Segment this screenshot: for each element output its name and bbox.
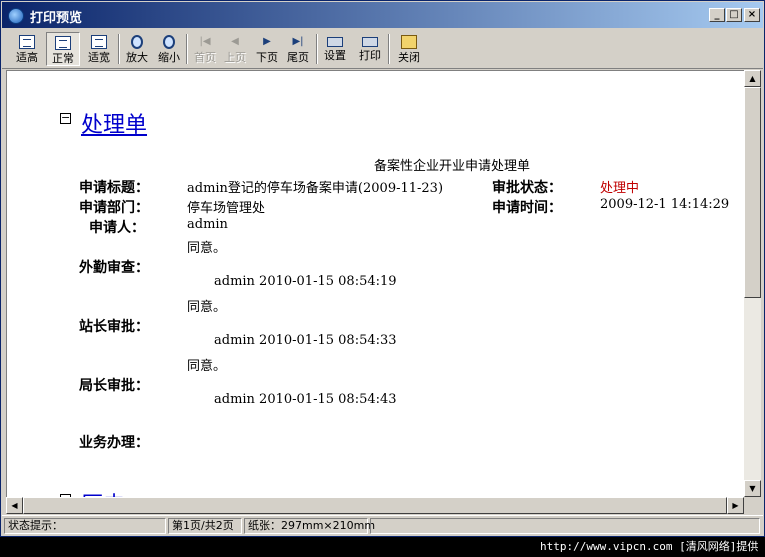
minimize-button[interactable]: _ <box>709 8 725 22</box>
zoom-out-label: 缩小 <box>158 51 180 64</box>
fit-height-button[interactable]: 适高 <box>10 32 44 66</box>
page-indicator: 第1页/共2页 <box>168 518 242 534</box>
fit-width-button[interactable]: 适宽 <box>82 32 116 66</box>
zoom-out-icon <box>163 35 175 49</box>
close-preview-label: 关闭 <box>398 51 420 64</box>
last-page-label: 尾页 <box>287 51 309 64</box>
review-comment: 同意。 <box>187 241 227 256</box>
close-preview-button[interactable]: 关闭 <box>392 32 426 66</box>
fit-width-label: 适宽 <box>88 51 110 64</box>
fit-height-label: 适高 <box>16 51 38 64</box>
next-page-icon: ▶ <box>263 36 271 47</box>
scroll-up-button[interactable]: ▲ <box>744 70 761 87</box>
preview-content-area[interactable]: − 处理单 备案性企业开业申请处理单 申请标题： admin登记的停车场备案申请… <box>6 70 744 497</box>
applicant-value: admin <box>187 217 228 232</box>
dept-value: 停车场管理处 <box>187 201 266 216</box>
status-bar: 状态提示： 第1页/共2页 纸张：297mm×210mm <box>2 515 763 535</box>
close-folder-icon <box>401 35 417 49</box>
first-page-label: 首页 <box>194 51 216 64</box>
review-label: 外勤审查： <box>79 260 149 276</box>
time-value: 2009-12-1 14:14:29 <box>600 197 730 212</box>
zoom-out-button[interactable]: 缩小 <box>152 32 186 66</box>
vertical-scrollbar[interactable]: ▲ ▼ <box>744 70 761 497</box>
toolbar: 适高 正常 适宽 放大 缩小 |◀ 首页 ◀ 上页 ▶ 下页 ▶| 尾页 设置 … <box>2 29 763 69</box>
prev-page-button[interactable]: ◀ 上页 <box>218 32 252 66</box>
print-preview-window: 打印预览 _ □ × 适高 正常 适宽 放大 缩小 |◀ 首页 ◀ 上页 ▶ 下… <box>0 0 765 537</box>
review-comment: 同意。 <box>187 359 227 374</box>
scroll-down-button[interactable]: ▼ <box>744 480 761 497</box>
dept-label: 申请部门： <box>79 200 149 216</box>
horizontal-scrollbar[interactable]: ◀ ▶ <box>6 497 744 514</box>
scroll-right-button[interactable]: ▶ <box>727 497 744 514</box>
watermark-text: http://www.vipcn.com [清风网络]提供 <box>540 540 759 553</box>
page-fit-width-icon <box>91 35 107 49</box>
zoom-in-button[interactable]: 放大 <box>120 32 154 66</box>
next-page-button[interactable]: ▶ 下页 <box>250 32 284 66</box>
first-page-button[interactable]: |◀ 首页 <box>188 32 222 66</box>
paper-size: 纸张：297mm×210mm <box>244 518 375 534</box>
prev-page-label: 上页 <box>224 51 246 64</box>
page-normal-icon <box>55 36 71 50</box>
status-value: 处理中 <box>600 181 640 196</box>
toolbar-separator <box>388 34 390 64</box>
review-comment: 同意。 <box>187 300 227 315</box>
scroll-left-button[interactable]: ◀ <box>6 497 23 514</box>
normal-size-button[interactable]: 正常 <box>46 32 80 66</box>
next-page-label: 下页 <box>256 51 278 64</box>
prev-page-icon: ◀ <box>231 36 239 47</box>
page-fit-height-icon <box>19 35 35 49</box>
review-label: 局长审批： <box>79 378 149 394</box>
title-bar: 打印预览 _ □ × <box>2 2 763 28</box>
vertical-scroll-thumb[interactable] <box>744 87 761 298</box>
last-page-icon: ▶| <box>292 36 304 47</box>
horizontal-scroll-thumb[interactable] <box>23 497 727 514</box>
maximize-button[interactable]: □ <box>726 8 742 22</box>
scrollbar-corner <box>744 497 761 514</box>
collapse-toggle-icon[interactable]: − <box>60 112 71 124</box>
status-label: 审批状态： <box>492 180 562 196</box>
printer-icon <box>362 37 378 47</box>
review-label: 站长审批： <box>79 319 149 335</box>
section-title[interactable]: 处理单 <box>81 107 147 139</box>
status-empty-panel <box>370 518 760 534</box>
status-hint: 状态提示： <box>4 518 166 534</box>
last-page-button[interactable]: ▶| 尾页 <box>281 32 315 66</box>
app-globe-icon <box>8 8 24 24</box>
zoom-in-icon <box>131 35 143 49</box>
review-signature: admin 2010-01-15 08:54:19 <box>214 274 397 289</box>
window-title: 打印预览 <box>30 11 83 26</box>
page-setup-icon <box>327 37 343 47</box>
first-page-icon: |◀ <box>199 36 211 47</box>
normal-size-label: 正常 <box>52 52 74 65</box>
close-window-button[interactable]: × <box>744 8 760 22</box>
time-label: 申请时间： <box>492 200 562 216</box>
next-section-title[interactable]: 历史 <box>81 487 125 497</box>
review-signature: admin 2010-01-15 08:54:33 <box>214 333 397 348</box>
review-signature: admin 2010-01-15 08:54:43 <box>214 392 397 407</box>
applicant-label: 申请人： <box>89 220 145 236</box>
business-handling-label: 业务办理： <box>79 435 149 451</box>
page-setup-label: 设置 <box>324 49 346 62</box>
print-label: 打印 <box>359 49 381 62</box>
page-setup-button[interactable]: 设置 <box>318 32 352 66</box>
zoom-in-label: 放大 <box>126 51 148 64</box>
subject-label: 申请标题： <box>79 180 149 196</box>
form-title: 备案性企业开业申请处理单 <box>374 159 531 174</box>
subject-value: admin登记的停车场备案申请(2009-11-23) <box>187 181 444 196</box>
print-button[interactable]: 打印 <box>353 32 387 66</box>
